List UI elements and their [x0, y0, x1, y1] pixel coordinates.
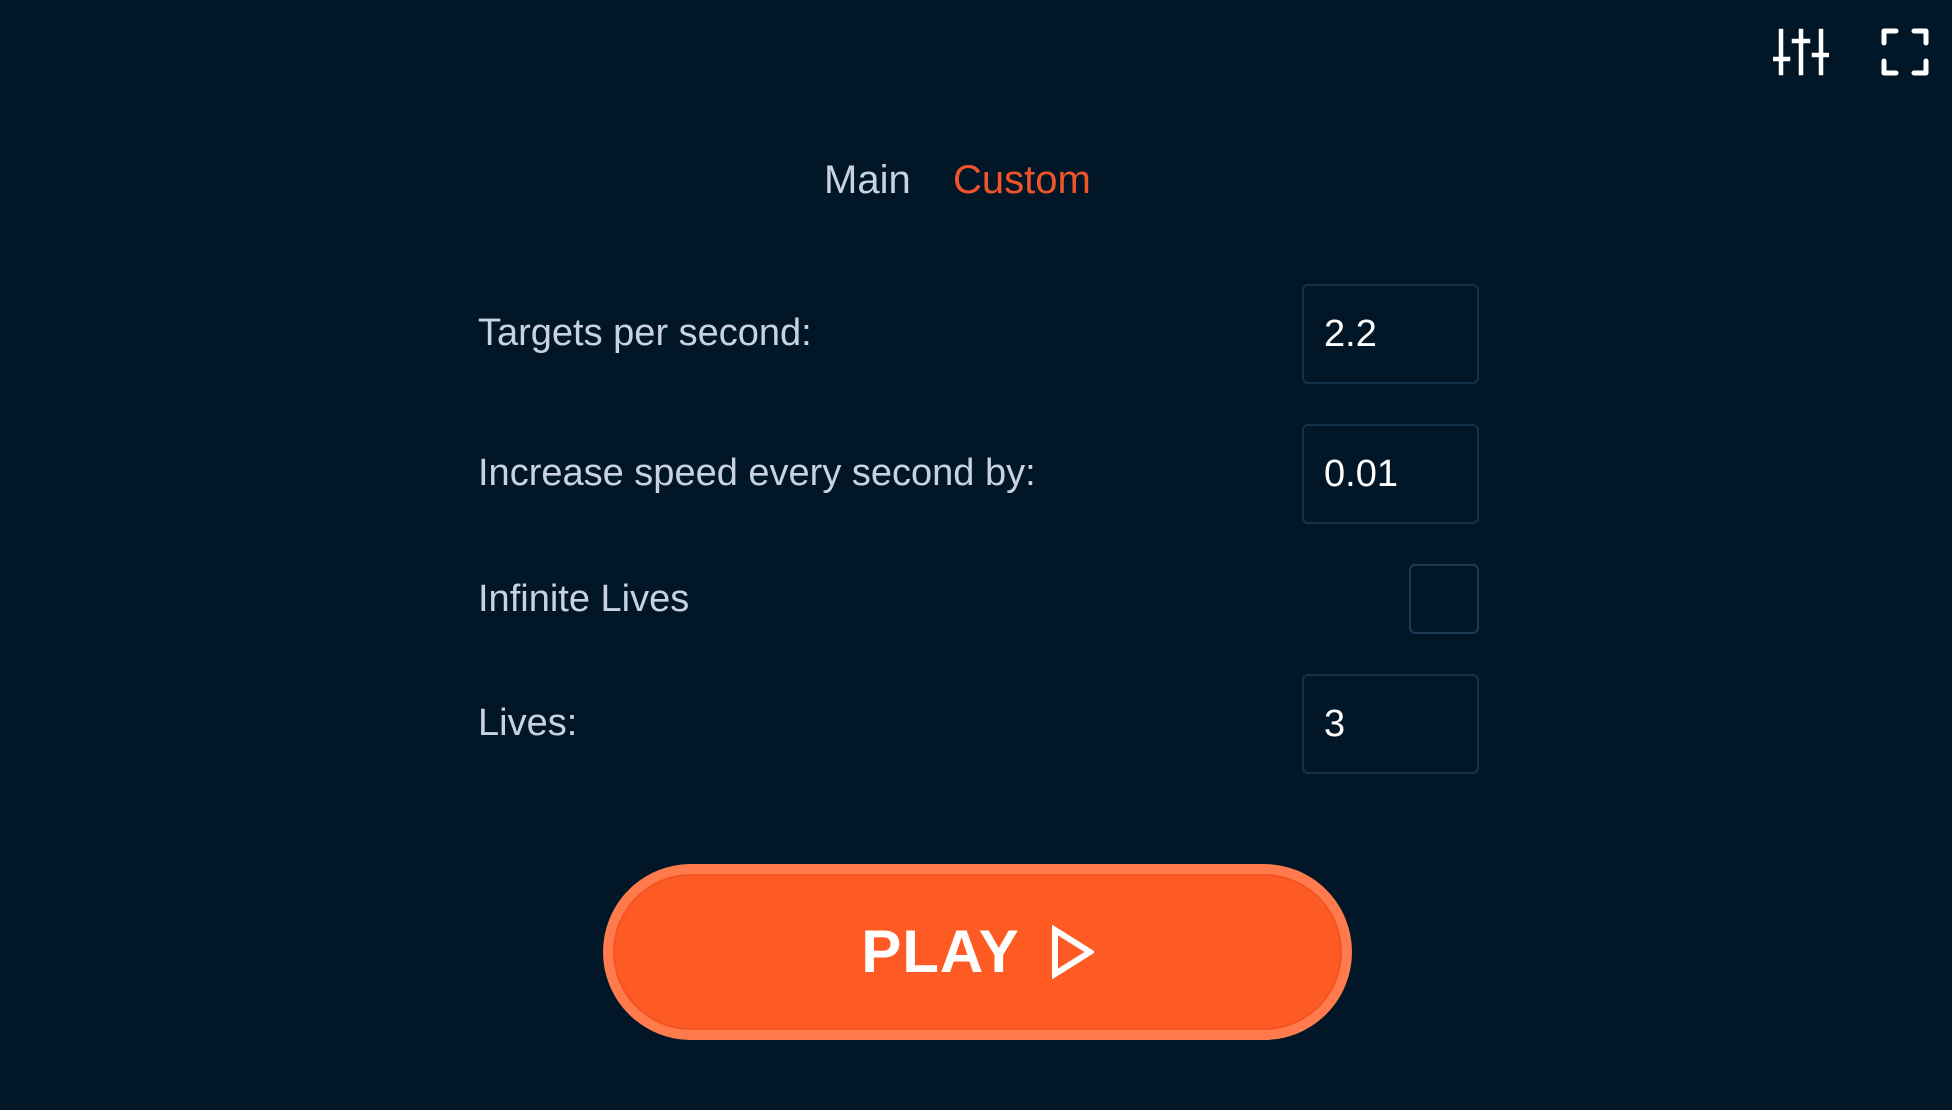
play-button-label: PLAY — [861, 918, 1020, 985]
targets-per-second-row: Targets per second: — [478, 284, 1479, 384]
mode-tabs: Main Custom — [0, 152, 1952, 208]
sliders-icon[interactable] — [1771, 22, 1831, 82]
fullscreen-icon[interactable] — [1875, 22, 1935, 82]
lives-label: Lives: — [478, 702, 578, 744]
play-button[interactable]: PLAY — [603, 864, 1352, 1040]
infinite-lives-checkbox[interactable] — [1409, 564, 1479, 634]
infinite-lives-label: Infinite Lives — [478, 578, 690, 620]
game-settings-screen: Main Custom Targets per second: Increase… — [0, 0, 1952, 1110]
tab-main[interactable]: Main — [824, 152, 911, 208]
lives-input[interactable] — [1302, 674, 1479, 774]
play-triangle-icon — [1051, 925, 1094, 979]
targets-per-second-input[interactable] — [1302, 284, 1479, 384]
targets-per-second-label: Targets per second: — [478, 312, 812, 354]
speed-increase-input[interactable] — [1302, 424, 1479, 524]
infinite-lives-row: Infinite Lives — [478, 564, 1479, 634]
speed-increase-row: Increase speed every second by: — [478, 424, 1479, 524]
lives-row: Lives: — [478, 674, 1479, 774]
tab-custom[interactable]: Custom — [953, 152, 1091, 208]
speed-increase-label: Increase speed every second by: — [478, 452, 1036, 494]
